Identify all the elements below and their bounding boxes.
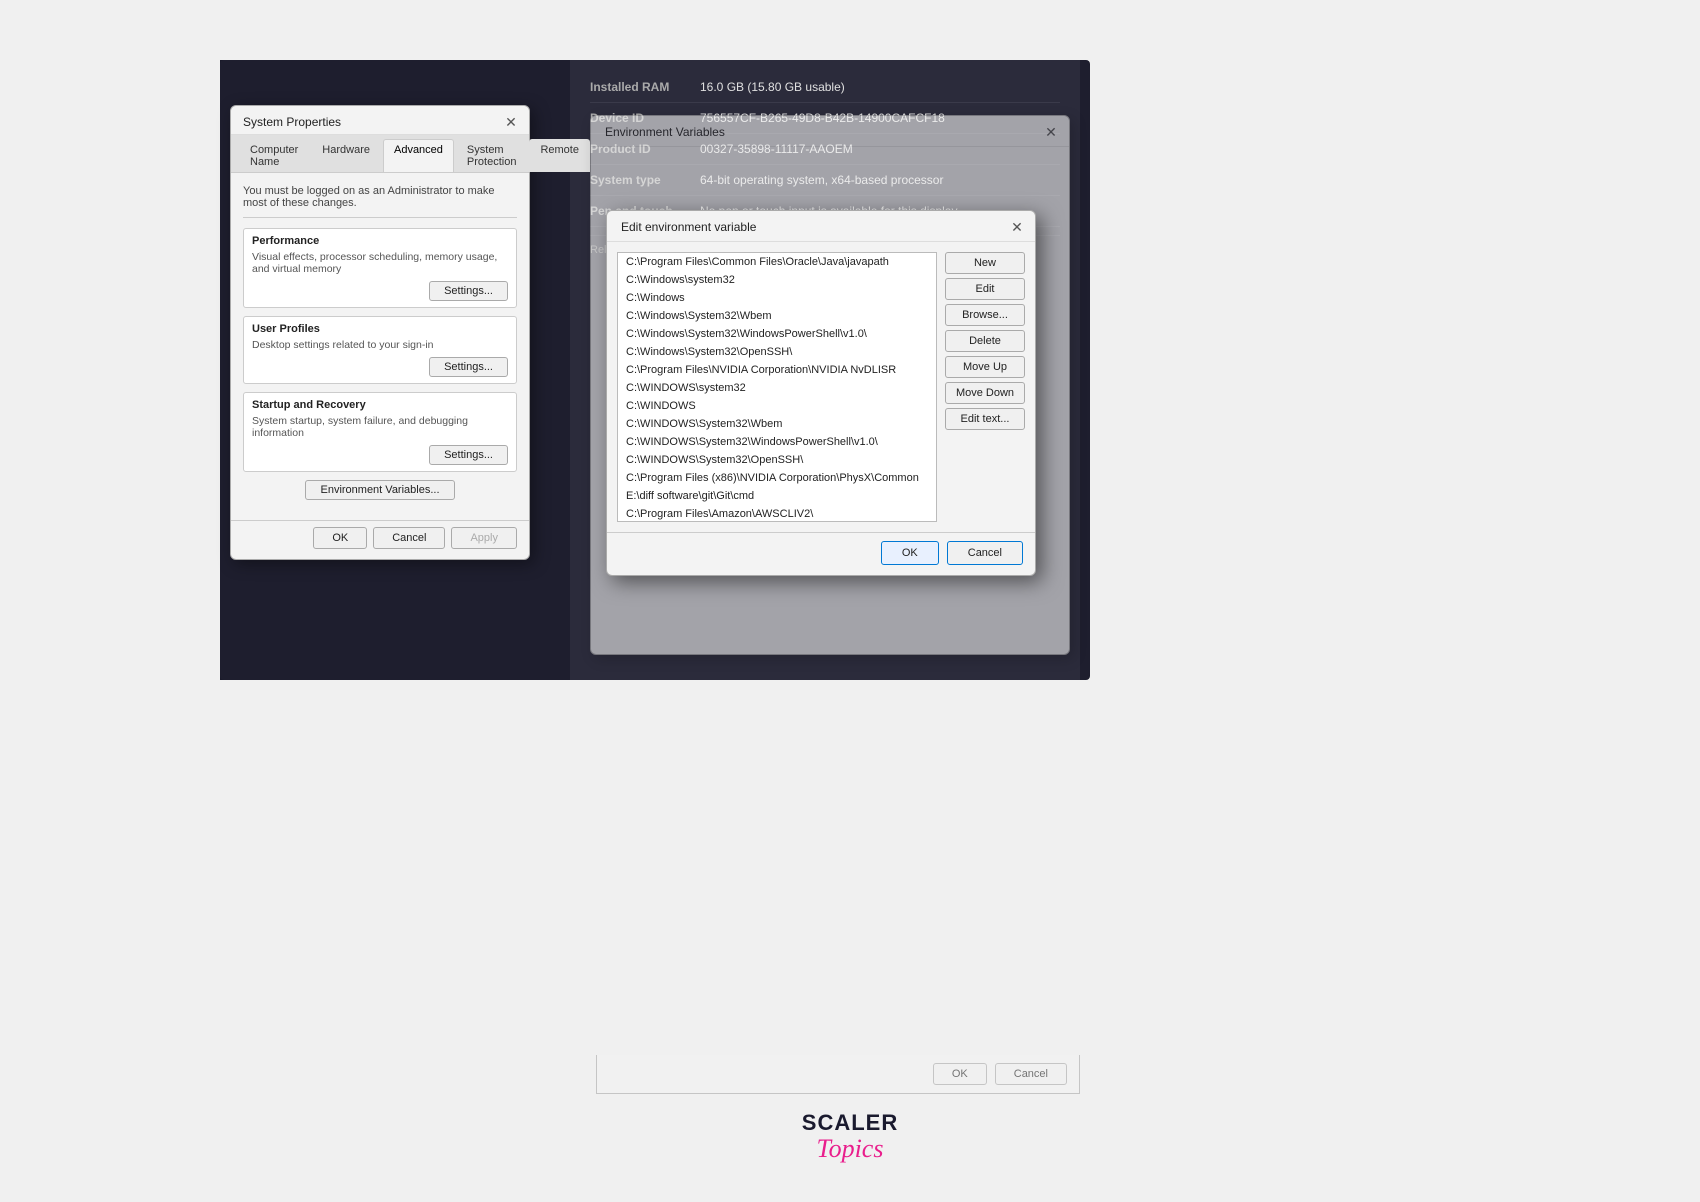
list-item[interactable]: C:\WINDOWS\system32: [618, 379, 936, 397]
performance-section: Performance Visual effects, processor sc…: [243, 228, 517, 308]
env-ok-button[interactable]: OK: [881, 541, 939, 565]
list-item[interactable]: C:\WINDOWS\System32\Wbem: [618, 415, 936, 433]
performance-settings-button[interactable]: Settings...: [429, 281, 508, 301]
list-item[interactable]: C:\WINDOWS: [618, 397, 936, 415]
move-down-button[interactable]: Move Down: [945, 382, 1025, 404]
list-item[interactable]: C:\Program Files (x86)\NVIDIA Corporatio…: [618, 469, 936, 487]
environment-variables-button[interactable]: Environment Variables...: [305, 480, 454, 500]
edit-env-var-dialog: Edit environment variable ✕ C:\Program F…: [606, 210, 1036, 576]
delete-path-button[interactable]: Delete: [945, 330, 1025, 352]
outer-cancel-button[interactable]: Cancel: [995, 1063, 1067, 1085]
env-action-buttons: New Edit Browse... Delete Move Up Move D…: [945, 252, 1025, 522]
tab-system-protection[interactable]: System Protection: [456, 139, 528, 172]
performance-title: Performance: [252, 235, 508, 247]
tab-advanced[interactable]: Advanced: [383, 139, 454, 172]
edit-env-var-title: Edit environment variable: [621, 220, 756, 234]
installed-ram-label: Installed RAM: [590, 80, 700, 94]
system-properties-titlebar: System Properties ✕: [231, 106, 529, 135]
env-vars-outer-titlebar: Environment Variables ✕: [591, 116, 1069, 147]
env-vars-outer-title: Environment Variables: [605, 125, 725, 139]
list-item[interactable]: C:\Windows\System32\Wbem: [618, 307, 936, 325]
edit-text-button[interactable]: Edit text...: [945, 408, 1025, 430]
edit-env-var-body: C:\Program Files\Common Files\Oracle\Jav…: [607, 242, 1035, 532]
brand-scaler: SCALER: [802, 1110, 898, 1136]
list-item[interactable]: C:\WINDOWS\System32\WindowsPowerShell\v1…: [618, 433, 936, 451]
admin-note: You must be logged on as an Administrato…: [243, 185, 517, 218]
system-properties-body: You must be logged on as an Administrato…: [231, 173, 529, 520]
system-properties-close-button[interactable]: ✕: [503, 114, 519, 130]
tab-computer-name[interactable]: Computer Name: [239, 139, 309, 172]
list-item[interactable]: C:\Program Files\Amazon\AWSCLIV2\: [618, 505, 936, 522]
performance-desc: Visual effects, processor scheduling, me…: [252, 251, 508, 275]
installed-ram-value: 16.0 GB (15.80 GB usable): [700, 80, 1060, 94]
system-properties-dialog: System Properties ✕ Computer Name Hardwa…: [230, 105, 530, 560]
system-properties-title: System Properties: [243, 115, 341, 129]
browse-button[interactable]: Browse...: [945, 304, 1025, 326]
new-path-button[interactable]: New: [945, 252, 1025, 274]
list-item[interactable]: C:\Windows\System32\OpenSSH\: [618, 343, 936, 361]
outer-dialog-footer: OK Cancel: [596, 1055, 1080, 1094]
user-profiles-title: User Profiles: [252, 323, 508, 335]
move-up-button[interactable]: Move Up: [945, 356, 1025, 378]
tab-hardware[interactable]: Hardware: [311, 139, 381, 172]
list-item[interactable]: C:\Program Files\Common Files\Oracle\Jav…: [618, 253, 936, 271]
user-profiles-settings-button[interactable]: Settings...: [429, 357, 508, 377]
startup-recovery-desc: System startup, system failure, and debu…: [252, 415, 508, 439]
list-item[interactable]: C:\Windows\system32: [618, 271, 936, 289]
apply-button[interactable]: Apply: [451, 527, 517, 549]
brand-section: SCALER Topics: [802, 1110, 898, 1162]
user-profiles-desc: Desktop settings related to your sign-in: [252, 339, 508, 351]
edit-env-var-close-button[interactable]: ✕: [1009, 219, 1025, 235]
env-vars-outer-close-button[interactable]: ✕: [1043, 124, 1059, 140]
list-item[interactable]: C:\Windows: [618, 289, 936, 307]
startup-recovery-title: Startup and Recovery: [252, 399, 508, 411]
user-profiles-section: User Profiles Desktop settings related t…: [243, 316, 517, 384]
edit-env-var-footer: OK Cancel: [607, 532, 1035, 575]
edit-path-button[interactable]: Edit: [945, 278, 1025, 300]
env-cancel-button[interactable]: Cancel: [947, 541, 1023, 565]
installed-ram-row: Installed RAM 16.0 GB (15.80 GB usable): [590, 80, 1060, 103]
system-properties-footer: OK Cancel Apply: [231, 520, 529, 559]
system-properties-tabs: Computer Name Hardware Advanced System P…: [231, 135, 529, 173]
tab-remote[interactable]: Remote: [529, 139, 590, 172]
list-item[interactable]: E:\diff software\git\Git\cmd: [618, 487, 936, 505]
env-path-list[interactable]: C:\Program Files\Common Files\Oracle\Jav…: [617, 252, 937, 522]
brand-topics: Topics: [817, 1136, 884, 1162]
edit-env-var-titlebar: Edit environment variable ✕: [607, 211, 1035, 242]
list-item[interactable]: C:\Windows\System32\WindowsPowerShell\v1…: [618, 325, 936, 343]
list-item[interactable]: C:\Program Files\NVIDIA Corporation\NVID…: [618, 361, 936, 379]
ok-button[interactable]: OK: [313, 527, 367, 549]
cancel-button[interactable]: Cancel: [373, 527, 445, 549]
startup-recovery-section: Startup and Recovery System startup, sys…: [243, 392, 517, 472]
startup-recovery-settings-button[interactable]: Settings...: [429, 445, 508, 465]
list-item[interactable]: C:\WINDOWS\System32\OpenSSH\: [618, 451, 936, 469]
outer-ok-button[interactable]: OK: [933, 1063, 987, 1085]
